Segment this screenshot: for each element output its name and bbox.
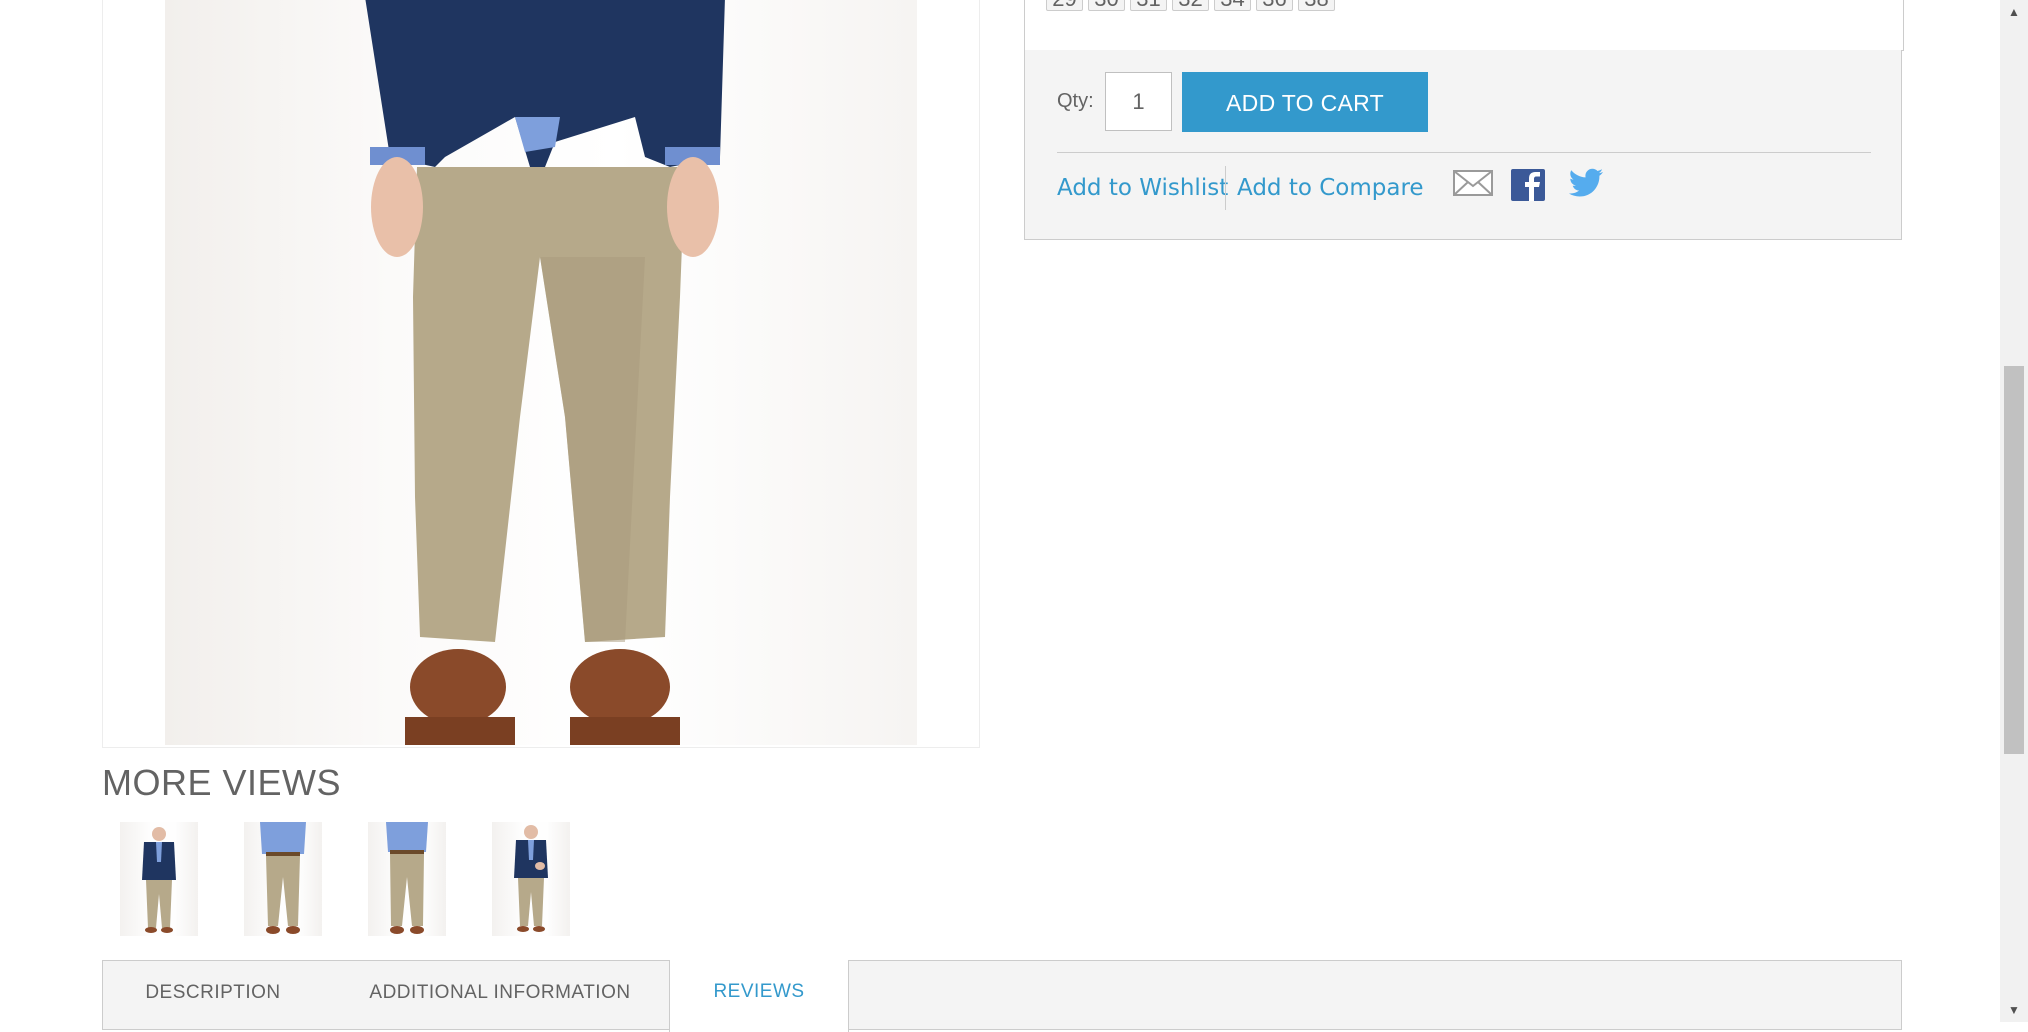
more-views-title: MORE VIEWS [102,762,342,803]
size-swatch[interactable]: 29 [1046,0,1083,11]
scroll-down-arrow-icon[interactable]: ▼ [2000,998,2028,1022]
facebook-icon[interactable] [1510,168,1546,207]
tab-additional-information[interactable]: ADDITIONAL INFORMATION [365,961,635,1031]
link-separator [1225,166,1226,210]
qty-input[interactable] [1105,72,1172,131]
tab-description[interactable]: DESCRIPTION [143,961,283,1031]
size-swatch[interactable]: 36 [1256,0,1293,11]
add-to-wishlist-link[interactable]: Add to Wishlist [1057,175,1228,201]
size-swatch[interactable]: 38 [1298,0,1335,11]
product-thumbnail[interactable] [368,822,446,936]
size-swatch[interactable]: 31 [1130,0,1167,11]
product-photo [165,0,917,745]
size-swatch[interactable]: 34 [1214,0,1251,11]
size-swatches: 29 30 31 32 34 36 38 [1046,0,1335,11]
product-thumbnail[interactable] [120,822,198,936]
twitter-icon[interactable] [1568,168,1604,203]
mail-icon[interactable] [1453,168,1493,203]
product-thumbnail[interactable] [244,822,322,936]
size-swatch[interactable]: 32 [1172,0,1209,11]
size-swatch[interactable]: 30 [1088,0,1125,11]
add-to-compare-link[interactable]: Add to Compare [1237,175,1424,201]
add-to-cart-panel: Qty: ADD TO CART Add to Wishlist Add to … [1024,50,1902,240]
scrollbar-thumb[interactable] [2004,366,2024,754]
thumbnail-list [120,822,570,936]
product-tabs: DESCRIPTION ADDITIONAL INFORMATION REVIE… [102,960,1902,1032]
qty-label: Qty: [1057,90,1094,112]
scroll-up-arrow-icon[interactable]: ▲ [2000,0,2028,24]
tab-reviews[interactable]: REVIEWS [669,960,849,1032]
add-to-cart-button[interactable]: ADD TO CART [1182,72,1428,132]
panel-divider [1057,152,1871,153]
product-thumbnail[interactable] [492,822,570,936]
vertical-scrollbar[interactable]: ▲ ▼ [2000,0,2028,1022]
main-product-image[interactable] [102,0,980,748]
